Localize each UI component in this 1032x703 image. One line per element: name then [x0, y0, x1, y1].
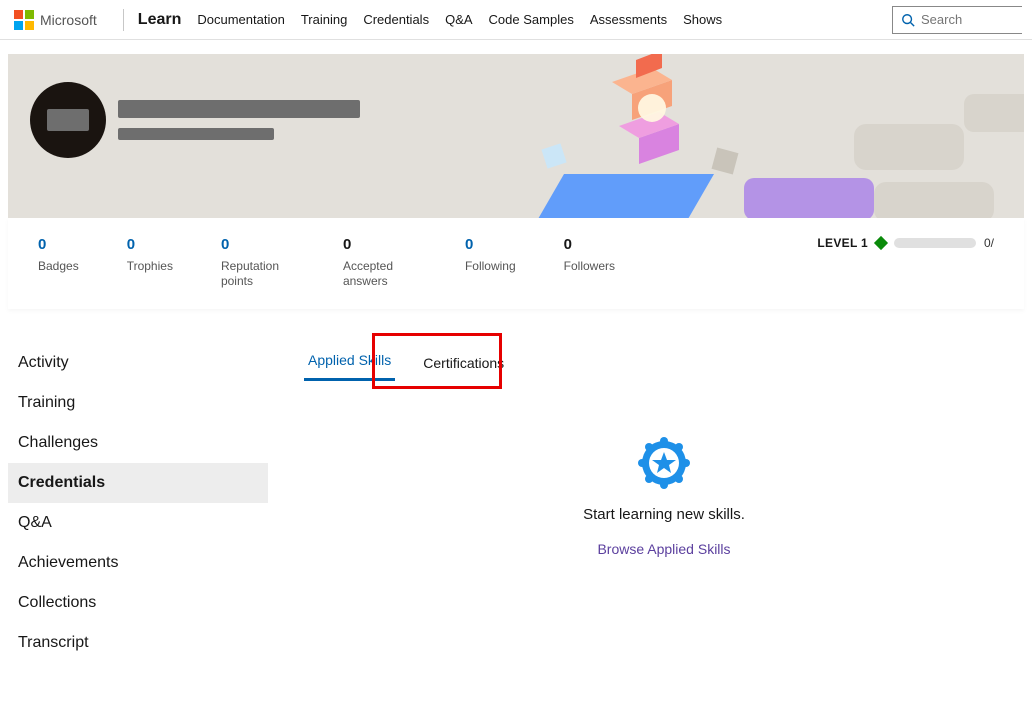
sidebar-item-activity[interactable]: Activity [8, 343, 268, 383]
browse-applied-skills-link[interactable]: Browse Applied Skills [597, 541, 730, 557]
nav-link-training[interactable]: Training [301, 12, 347, 27]
nav-link-qa[interactable]: Q&A [445, 12, 472, 27]
divider [123, 9, 124, 31]
product-label[interactable]: Learn [138, 11, 182, 29]
level-progress-bar [894, 238, 976, 248]
profile-name-redacted [118, 100, 360, 140]
microsoft-logo-icon [14, 10, 34, 30]
empty-state: Start learning new skills. Browse Applie… [304, 437, 1024, 557]
avatar-placeholder-icon [47, 109, 89, 131]
stat-value: 0 [465, 236, 516, 253]
tab-applied-skills[interactable]: Applied Skills [304, 344, 395, 381]
top-nav: Microsoft Learn Documentation Training C… [0, 0, 1032, 40]
content-area: Applied Skills Certifications [268, 343, 1024, 663]
nav-link-documentation[interactable]: Documentation [197, 12, 284, 27]
tab-certifications[interactable]: Certifications [419, 347, 508, 381]
main-area: Activity Training Challenges Credentials… [0, 309, 1032, 703]
level-label: LEVEL 1 [817, 236, 868, 250]
star-badge-icon [638, 437, 690, 492]
sidebar-item-credentials[interactable]: Credentials [8, 463, 268, 503]
level-fraction: 0/ [984, 236, 994, 250]
stat-badges[interactable]: 0 Badges [38, 236, 79, 274]
stats-bar: 0 Badges 0 Trophies 0 Reputation points … [8, 218, 1024, 309]
brand-label[interactable]: Microsoft [40, 12, 97, 28]
stat-label: Following [465, 259, 516, 274]
stat-label: Trophies [127, 259, 173, 274]
level-block: LEVEL 1 0/ [817, 236, 994, 250]
stat-value: 0 [564, 236, 615, 253]
sidebar: Activity Training Challenges Credentials… [8, 343, 268, 663]
stat-value: 0 [38, 236, 79, 253]
sidebar-item-transcript[interactable]: Transcript [8, 623, 268, 663]
sidebar-item-achievements[interactable]: Achievements [8, 543, 268, 583]
stat-label: Accepted answers [343, 259, 417, 289]
stat-following[interactable]: 0 Following [465, 236, 516, 274]
sidebar-item-challenges[interactable]: Challenges [8, 423, 268, 463]
level-diamond-icon [874, 236, 888, 250]
stat-trophies[interactable]: 0 Trophies [127, 236, 173, 274]
stat-label: Badges [38, 259, 79, 274]
stat-value: 0 [127, 236, 173, 253]
stat-value: 0 [221, 236, 295, 253]
sidebar-item-qa[interactable]: Q&A [8, 503, 268, 543]
nav-link-code-samples[interactable]: Code Samples [489, 12, 574, 27]
avatar [30, 82, 106, 158]
stat-label: Reputation points [221, 259, 295, 289]
stat-value: 0 [343, 236, 417, 253]
primary-nav: Documentation Training Credentials Q&A C… [197, 12, 722, 27]
search-box[interactable] [892, 6, 1022, 34]
nav-link-assessments[interactable]: Assessments [590, 12, 667, 27]
search-input[interactable] [921, 12, 1011, 27]
banner-art-icon [504, 54, 1024, 218]
stat-reputation[interactable]: 0 Reputation points [221, 236, 295, 289]
stat-accepted-answers[interactable]: 0 Accepted answers [343, 236, 417, 289]
tabs-row: Applied Skills Certifications [304, 343, 1024, 381]
stat-label: Followers [564, 259, 615, 274]
nav-link-shows[interactable]: Shows [683, 12, 722, 27]
sidebar-item-collections[interactable]: Collections [8, 583, 268, 623]
empty-state-text: Start learning new skills. [304, 506, 1024, 523]
search-icon [901, 13, 915, 27]
profile-banner [8, 54, 1024, 218]
sidebar-item-training[interactable]: Training [8, 383, 268, 423]
avatar-block [30, 82, 360, 158]
nav-link-credentials[interactable]: Credentials [363, 12, 429, 27]
stat-followers[interactable]: 0 Followers [564, 236, 615, 274]
